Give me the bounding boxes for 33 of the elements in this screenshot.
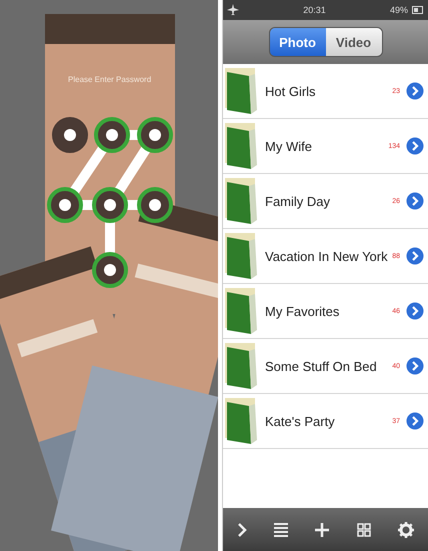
battery-icon: [412, 6, 424, 14]
folder-icon: [225, 123, 259, 169]
folder-icon: [225, 288, 259, 334]
plus-icon[interactable]: [315, 522, 330, 536]
disclosure-icon[interactable]: [406, 357, 424, 375]
album-name: My Wife: [265, 138, 313, 154]
chevron-icon[interactable]: [236, 522, 247, 538]
album-name: Family Day: [265, 194, 332, 208]
album-name: Kate's Party: [265, 414, 336, 428]
disclosure-icon[interactable]: [406, 192, 424, 210]
folder-icon: [225, 233, 259, 279]
folder-icon: [225, 398, 259, 444]
album-name: Some Stuff On Bed: [265, 358, 378, 374]
grid-icon[interactable]: [356, 522, 371, 536]
folder-icon: [225, 343, 259, 389]
password-prompt: Please Enter Password: [68, 75, 152, 84]
disclosure-icon[interactable]: [406, 137, 424, 155]
album-name: Hot Girls: [265, 84, 317, 98]
battery-level: 49%: [390, 5, 408, 15]
disclosure-icon[interactable]: [406, 247, 424, 265]
segment-tab[interactable]: Photo: [270, 28, 326, 56]
folder-icon: [225, 68, 259, 114]
disclosure-icon[interactable]: [406, 412, 424, 430]
disclosure-icon[interactable]: [406, 302, 424, 320]
segment-tab[interactable]: Video: [326, 28, 382, 56]
airplane-icon: [227, 4, 239, 16]
album-name: Vacation In New York: [265, 248, 389, 264]
folder-icon: [225, 178, 259, 224]
list-icon[interactable]: [274, 522, 288, 536]
disclosure-icon[interactable]: [406, 82, 424, 100]
album-name: My Favorites: [265, 304, 340, 318]
status-time: 20:31: [302, 5, 327, 15]
settings-icon[interactable]: [398, 522, 414, 538]
